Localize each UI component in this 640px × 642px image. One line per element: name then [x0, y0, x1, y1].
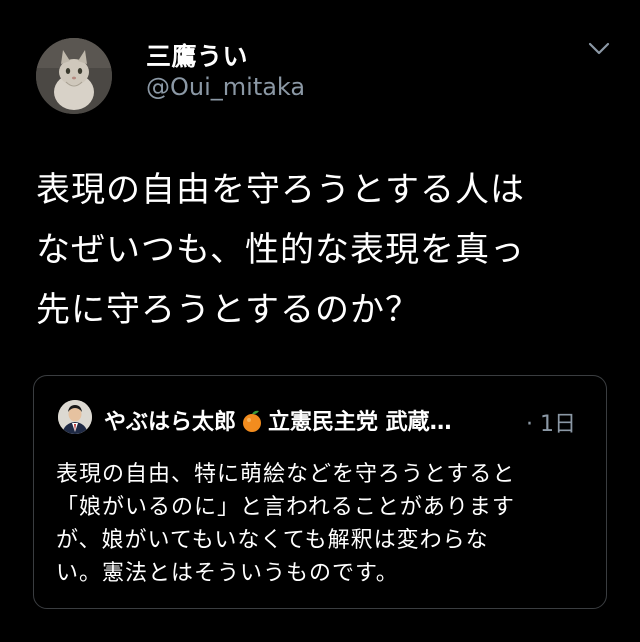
- tweet-text: 表現の自由を守ろうとする人は なぜいつも、性的な表現を真っ 先に守ろうとするのか…: [36, 160, 616, 340]
- quoted-text-line: 表現の自由、特に萌絵などを守ろうとすると: [56, 462, 516, 487]
- quoted-text-line: が、娘がいてもいなくても解釈は変わらな: [56, 528, 489, 553]
- quoted-author-name-part1: やぶはら太郎: [104, 410, 237, 435]
- tweet-text-line: 表現の自由を守ろうとする人は: [36, 170, 525, 210]
- chevron-down-icon[interactable]: [586, 38, 612, 58]
- quoted-timestamp[interactable]: · 1日: [526, 406, 576, 438]
- quoted-tweet[interactable]: やぶはら太郎 立憲民主党 武蔵… · 1日 表現の自由、特に萌絵などを守ろうとする…: [33, 375, 607, 609]
- tweet-text-line: なぜいつも、性的な表現を真っ: [36, 230, 525, 270]
- quoted-author-avatar[interactable]: [58, 400, 92, 434]
- author-display-name[interactable]: 三鷹うい: [146, 37, 248, 73]
- author-handle[interactable]: @Oui_mitaka: [146, 73, 305, 101]
- quoted-tweet-text: 表現の自由、特に萌絵などを守ろうとすると 「娘がいるのに」と言われることがありま…: [56, 458, 596, 590]
- quoted-author-name-part2: 立憲民主党 武蔵…: [268, 410, 452, 435]
- quoted-author-name[interactable]: やぶはら太郎 立憲民主党 武蔵…: [104, 404, 452, 436]
- portrait-photo-icon: [58, 400, 92, 434]
- orange-icon: [240, 409, 264, 433]
- cat-photo-icon: [36, 38, 112, 114]
- quoted-text-line: い。憲法とはそういうものです。: [56, 561, 399, 586]
- tweet-text-line: 先に守ろうとするのか？: [36, 290, 420, 330]
- author-avatar[interactable]: [36, 38, 112, 114]
- quoted-text-line: 「娘がいるのに」と言われることがあります: [56, 495, 515, 520]
